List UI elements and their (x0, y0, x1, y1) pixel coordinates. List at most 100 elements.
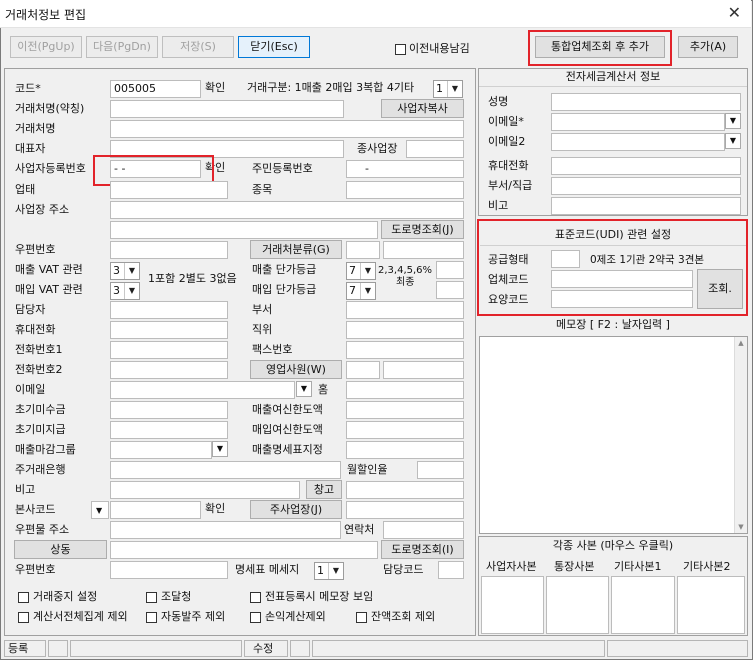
manager-input[interactable] (110, 301, 228, 319)
show-memo-checkbox[interactable] (250, 592, 261, 603)
home-input[interactable] (346, 381, 464, 399)
resident-input[interactable]: - (346, 160, 464, 178)
price-final-input[interactable] (436, 281, 464, 299)
hq-dropdown[interactable]: ▼ (91, 501, 109, 519)
mail-addr-input[interactable] (110, 521, 341, 539)
mobile-input[interactable] (110, 321, 228, 339)
biz-copy-button[interactable]: 사업자복사 (381, 99, 464, 118)
supply-input[interactable] (551, 250, 580, 268)
item-input[interactable] (346, 181, 464, 199)
main-site-input[interactable] (346, 501, 464, 519)
name-short-input[interactable] (110, 100, 344, 118)
road-search-2-button[interactable]: 도로명조회(I) (381, 540, 464, 559)
price-pct-input[interactable] (436, 261, 464, 279)
copy-bank-image[interactable] (546, 576, 609, 634)
copy-etc2-image[interactable] (677, 576, 745, 634)
sales-rep-button[interactable]: 영업사원(W) (250, 360, 342, 379)
zip2-input[interactable] (110, 561, 228, 579)
buy-credit-input[interactable] (346, 421, 464, 439)
sales-credit-input[interactable] (346, 401, 464, 419)
add-button[interactable]: 추가(A) (678, 36, 738, 58)
vat-sales-select[interactable]: 3 ▼ (110, 262, 140, 280)
class-button[interactable]: 거래처분류(G) (250, 240, 342, 259)
warehouse-input[interactable] (346, 481, 464, 499)
exclude-balance-checkbox[interactable] (356, 612, 367, 623)
phone2-input[interactable] (110, 361, 228, 379)
copy-etc1-image[interactable] (611, 576, 675, 634)
einv-note-input[interactable] (551, 197, 741, 215)
hq-input[interactable] (110, 501, 201, 519)
einv-name-input[interactable] (551, 93, 741, 111)
class-code-input[interactable] (346, 241, 380, 259)
exclude-invoice-total-checkbox[interactable] (18, 612, 29, 623)
einv-email2-input[interactable] (551, 133, 725, 151)
zip-input[interactable] (110, 241, 228, 259)
dept-input[interactable] (346, 301, 464, 319)
prev-button[interactable]: 이전(PgUp) (10, 36, 82, 58)
same-button[interactable]: 상동 (14, 540, 107, 559)
memo-textarea[interactable] (479, 336, 748, 534)
email-dropdown[interactable]: ▼ (296, 381, 312, 397)
address-input[interactable] (110, 201, 464, 219)
vat-buy-select[interactable]: 3 ▼ (110, 282, 140, 300)
memo-scrollbar[interactable]: ▲ ▼ (734, 337, 747, 533)
exclude-auto-order-checkbox[interactable] (146, 612, 157, 623)
main-site-button[interactable]: 주사업장(J) (250, 500, 342, 519)
code-input[interactable]: 005005 (110, 80, 201, 98)
contact-input[interactable] (383, 521, 464, 539)
init-recv-input[interactable] (110, 401, 228, 419)
note-input[interactable] (110, 481, 300, 499)
next-button[interactable]: 다음(PgDn) (86, 36, 158, 58)
fax-input[interactable] (346, 341, 464, 359)
procurement-checkbox[interactable] (146, 592, 157, 603)
position-input[interactable] (346, 321, 464, 339)
close-group-dropdown[interactable]: ▼ (212, 441, 228, 457)
sales-rep-code-input[interactable] (346, 361, 380, 379)
stop-trade-checkbox[interactable] (18, 592, 29, 603)
init-pay-input[interactable] (110, 421, 228, 439)
copy-biz-image[interactable] (481, 576, 544, 634)
sales-rep-name-input[interactable] (383, 361, 464, 379)
close-group-input[interactable] (110, 441, 212, 459)
scroll-up-icon[interactable]: ▲ (735, 337, 747, 349)
name-input[interactable] (110, 120, 464, 138)
warehouse-button[interactable]: 창고 (306, 480, 342, 499)
care-code-input[interactable] (551, 290, 693, 308)
sub-biz-input[interactable] (406, 140, 464, 158)
einv-mobile-input[interactable] (551, 157, 741, 175)
bank-input[interactable] (110, 461, 341, 479)
close-icon[interactable]: ✕ (728, 3, 741, 22)
biztype-label: 업태 (15, 183, 36, 196)
close-button[interactable]: 닫기(Esc) (238, 36, 310, 58)
company-code-input[interactable] (551, 270, 693, 288)
scroll-down-icon[interactable]: ▼ (735, 521, 747, 533)
price-buy-select[interactable]: 7 ▼ (346, 282, 376, 300)
company-code-label: 업체코드 (488, 273, 529, 286)
class-name-input[interactable] (383, 241, 464, 259)
stmt-msg-select[interactable]: 1 ▼ (314, 562, 344, 580)
einv-email2-dropdown[interactable]: ▼ (725, 133, 741, 149)
biztype-input[interactable] (110, 181, 228, 199)
trade-type-select[interactable]: 1 ▼ (433, 80, 463, 98)
phone1-input[interactable] (110, 341, 228, 359)
address-detail-input[interactable] (110, 221, 378, 239)
owner-code-input[interactable] (438, 561, 464, 579)
mail-addr-detail-input[interactable] (110, 541, 378, 559)
price-buy-label: 매입 단가등급 (252, 283, 317, 296)
exclude-pl-checkbox[interactable] (250, 612, 261, 623)
einv-email-dropdown[interactable]: ▼ (725, 113, 741, 129)
einv-dept-input[interactable] (551, 177, 741, 195)
sales-stmt-input[interactable] (346, 441, 464, 459)
code-confirm-button[interactable]: 확인 (205, 79, 225, 97)
einv-email-input[interactable] (551, 113, 725, 131)
window-title: 거래처정보 편집 (5, 8, 87, 22)
hq-confirm-button[interactable]: 확인 (205, 500, 225, 518)
price-sales-select[interactable]: 7 ▼ (346, 262, 376, 280)
udi-lookup-button[interactable]: 조회. (697, 269, 743, 309)
email-input[interactable] (110, 381, 295, 399)
installment-input[interactable] (417, 461, 464, 479)
road-search-button[interactable]: 도로명조회(J) (381, 220, 464, 239)
integrated-search-add-button[interactable]: 통합업체조회 후 추가 (535, 36, 665, 58)
save-button[interactable]: 저장(S) (162, 36, 234, 58)
keep-previous-checkbox[interactable] (395, 44, 406, 55)
